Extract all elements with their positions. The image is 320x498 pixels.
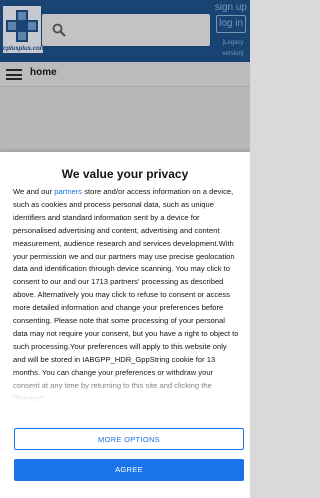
more-options-button[interactable]: MORE OPTIONS	[14, 428, 244, 450]
page: cplusplus.com sign up log in [Legacy ver…	[0, 0, 250, 498]
agree-button[interactable]: AGREE	[14, 459, 244, 481]
consent-dialog: We value your privacy We and our partner…	[0, 152, 250, 498]
consent-text-start: We and our	[13, 187, 55, 196]
text-fade-overlay	[0, 372, 250, 412]
partners-link[interactable]: partners	[54, 187, 82, 196]
consent-text-rest: store and/or access information on a dev…	[13, 187, 239, 403]
consent-title: We value your privacy	[61, 167, 189, 181]
